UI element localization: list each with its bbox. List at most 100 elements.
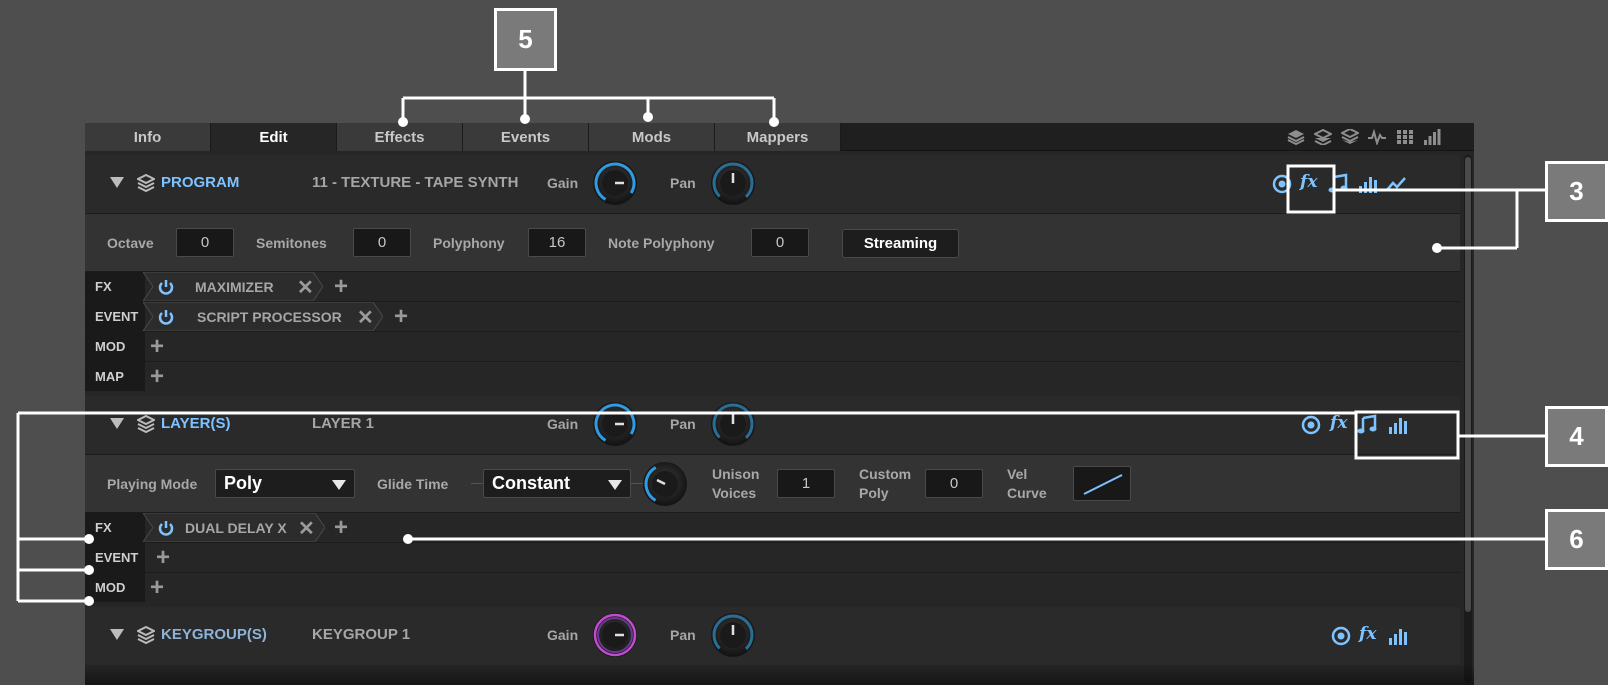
- power-icon[interactable]: [157, 278, 175, 296]
- program-header: PROGRAM 11 - TEXTURE - TAPE SYNTH Gain P…: [85, 155, 1460, 213]
- program-title: PROGRAM: [161, 174, 240, 191]
- fx-slot-maximizer[interactable]: MAXIMIZER ✕: [143, 272, 323, 301]
- pan-label: Pan: [670, 175, 696, 191]
- layer-name: LAYER 1: [312, 415, 374, 432]
- scrollbar[interactable]: [1464, 155, 1472, 683]
- semitones-field[interactable]: 0: [353, 228, 411, 257]
- add-mod-icon[interactable]: +: [147, 335, 167, 359]
- tab-mods[interactable]: Mods: [589, 123, 715, 151]
- program-name: 11 - TEXTURE - TAPE SYNTH: [312, 174, 519, 191]
- custom-poly-label-1: Custom: [859, 466, 912, 482]
- program-pan-knob[interactable]: [711, 161, 755, 205]
- slot-name: SCRIPT PROCESSOR: [197, 309, 342, 325]
- collapse-triangle-icon[interactable]: [110, 418, 124, 429]
- layers-icon: [135, 414, 157, 434]
- keygroups-title: KEYGROUP(S): [161, 626, 267, 643]
- remove-icon[interactable]: ✕: [357, 305, 374, 330]
- note-icon[interactable]: [1357, 414, 1379, 436]
- waveform-icon[interactable]: [1368, 128, 1386, 147]
- collapse-triangle-icon[interactable]: [110, 629, 124, 640]
- layer-event-row: EVENT +: [85, 542, 1460, 572]
- program-params-row: Octave 0 Semitones 0 Polyphony 16 Note P…: [85, 213, 1460, 271]
- vel-curve-editor[interactable]: [1073, 466, 1131, 501]
- program-map-row: MAP +: [85, 361, 1460, 391]
- add-fx-icon[interactable]: +: [331, 516, 351, 540]
- keygroup-pan-knob[interactable]: [711, 613, 755, 657]
- layers-icon[interactable]: [1287, 129, 1305, 146]
- layer-fx-row: FX DUAL DELAY X ✕ +: [85, 512, 1460, 542]
- glide-mode-value: Constant: [492, 473, 570, 493]
- layer-pan-knob[interactable]: [711, 402, 755, 446]
- fx-slot-dual-delay-x[interactable]: DUAL DELAY X ✕: [143, 513, 325, 542]
- note-polyphony-field[interactable]: 0: [751, 228, 809, 257]
- playing-mode-label: Playing Mode: [107, 476, 198, 492]
- layers-icon: [135, 625, 157, 645]
- connector-line: [471, 483, 483, 484]
- bar-meter-icon[interactable]: [1387, 414, 1409, 436]
- target-icon[interactable]: [1330, 625, 1352, 647]
- playing-mode-dropdown[interactable]: Poly: [215, 469, 355, 498]
- chain-label: EVENT: [85, 543, 145, 572]
- collapse-triangle-icon[interactable]: [110, 177, 124, 188]
- chain-label: EVENT: [85, 302, 145, 331]
- chain-label: FX: [85, 513, 145, 542]
- event-slot-script-processor[interactable]: SCRIPT PROCESSOR ✕: [143, 302, 383, 331]
- fx-icon[interactable]: fx: [1359, 624, 1376, 644]
- polyphony-label: Polyphony: [433, 235, 505, 251]
- target-icon[interactable]: [1271, 173, 1293, 195]
- vel-curve-label-1: Vel: [1007, 466, 1028, 482]
- slot-name: MAXIMIZER: [195, 279, 274, 295]
- layers-stack-icon[interactable]: [1339, 127, 1361, 145]
- note-icon[interactable]: [1328, 173, 1350, 195]
- custom-poly-label-2: Poly: [859, 485, 889, 501]
- curve-icon[interactable]: [1385, 173, 1407, 195]
- layers-icon: [135, 173, 157, 193]
- layers-alt-icon[interactable]: [1312, 128, 1334, 147]
- tab-events[interactable]: Events: [463, 123, 589, 151]
- bar-meter-icon[interactable]: [1423, 129, 1441, 145]
- program-mod-row: MOD +: [85, 331, 1460, 361]
- power-icon[interactable]: [157, 519, 175, 537]
- tab-info[interactable]: Info: [85, 123, 211, 151]
- add-event-icon[interactable]: +: [153, 546, 173, 570]
- power-icon[interactable]: [157, 308, 175, 326]
- remove-icon[interactable]: ✕: [298, 516, 315, 541]
- add-mod-icon[interactable]: +: [147, 576, 167, 600]
- gain-label: Gain: [547, 627, 579, 643]
- fx-icon[interactable]: fx: [1300, 172, 1317, 192]
- unison-voices-field[interactable]: 1: [777, 469, 835, 498]
- layer-params-row: Playing Mode Poly Glide Time Constant Un…: [85, 454, 1460, 512]
- bar-meter-icon[interactable]: [1357, 173, 1379, 195]
- fx-icon[interactable]: fx: [1330, 413, 1347, 433]
- custom-poly-field[interactable]: 0: [925, 469, 983, 498]
- playing-mode-value: Poly: [224, 473, 263, 493]
- tab-effects[interactable]: Effects: [337, 123, 463, 151]
- keygroups-header: KEYGROUP(S) KEYGROUP 1 Gain Pan fx: [85, 607, 1460, 665]
- add-fx-icon[interactable]: +: [331, 275, 351, 299]
- streaming-button[interactable]: Streaming: [842, 229, 959, 258]
- scrollbar-thumb[interactable]: [1465, 157, 1471, 612]
- remove-icon[interactable]: ✕: [297, 275, 314, 300]
- program-gain-knob[interactable]: [593, 161, 637, 205]
- chevron-down-icon: [332, 480, 346, 490]
- gain-label: Gain: [547, 175, 579, 191]
- octave-field[interactable]: 0: [176, 228, 234, 257]
- bar-meter-icon[interactable]: [1387, 625, 1409, 647]
- tab-mappers[interactable]: Mappers: [715, 123, 841, 151]
- target-icon[interactable]: [1300, 414, 1322, 436]
- gain-label: Gain: [547, 416, 579, 432]
- keygroup-gain-knob[interactable]: [593, 613, 637, 657]
- grid-icon[interactable]: [1396, 129, 1414, 145]
- add-map-icon[interactable]: +: [147, 365, 167, 389]
- glide-mode-dropdown[interactable]: Constant: [483, 469, 631, 498]
- glide-time-label: Glide Time: [377, 476, 449, 492]
- chain-label: MOD: [85, 332, 145, 361]
- glide-time-knob[interactable]: [643, 462, 687, 506]
- tab-edit[interactable]: Edit: [211, 123, 337, 151]
- add-event-icon[interactable]: +: [391, 305, 411, 329]
- layer-gain-knob[interactable]: [593, 402, 637, 446]
- polyphony-field[interactable]: 16: [528, 228, 586, 257]
- slot-name: DUAL DELAY X: [185, 520, 287, 536]
- note-polyphony-label: Note Polyphony: [608, 235, 715, 251]
- chevron-down-icon: [608, 480, 622, 490]
